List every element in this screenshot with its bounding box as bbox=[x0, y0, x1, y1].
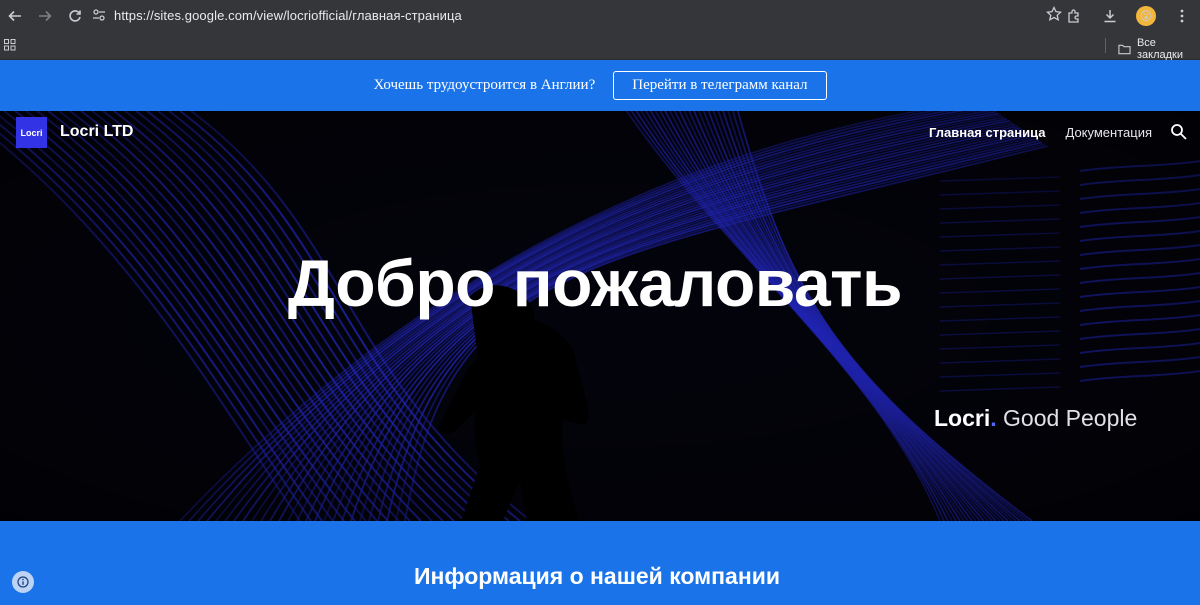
forward-arrow-icon[interactable] bbox=[30, 0, 60, 31]
info-section-title: Информация о нашей компании bbox=[413, 563, 781, 589]
site-info-icon[interactable] bbox=[84, 8, 114, 22]
site-nav: Главная страница Документация bbox=[929, 125, 1152, 140]
site-header: Locri Locri LTD Главная страница Докумен… bbox=[0, 111, 1200, 155]
all-bookmarks-label: Все закладки bbox=[1136, 37, 1183, 61]
url-text[interactable]: https://sites.google.com/view/locrioffic… bbox=[114, 8, 462, 23]
tagline-brand: Locri bbox=[934, 405, 991, 431]
telegram-channel-button[interactable]: Перейти в телеграмм канал bbox=[613, 71, 827, 100]
menu-kebab-icon[interactable] bbox=[1164, 0, 1200, 31]
search-icon[interactable] bbox=[1170, 123, 1188, 146]
browser-toolbar: https://sites.google.com/view/locrioffic… bbox=[0, 0, 1200, 31]
extensions-icon[interactable] bbox=[1056, 0, 1092, 31]
apps-grid-icon[interactable] bbox=[4, 38, 16, 56]
hero-title: Добро пожаловать bbox=[287, 246, 903, 320]
site-logo[interactable]: Locri bbox=[16, 117, 47, 148]
folder-icon bbox=[1118, 44, 1131, 55]
profile-avatar[interactable]: 😮 bbox=[1128, 0, 1164, 31]
hero-tagline: Locri. Good People bbox=[934, 405, 1137, 432]
nav-item-home[interactable]: Главная страница bbox=[929, 125, 1045, 140]
profile-emoji-icon: 😮 bbox=[1136, 5, 1156, 26]
announcement-banner: Хочешь трудоустроится в Англии? Перейти … bbox=[0, 60, 1200, 111]
bookmarks-divider bbox=[1105, 38, 1106, 53]
site-title[interactable]: Locri LTD bbox=[60, 123, 133, 141]
toolbar-right: 😮 bbox=[1056, 0, 1200, 31]
info-section: Информация о нашей компании bbox=[0, 521, 1200, 605]
info-icon[interactable] bbox=[12, 571, 34, 593]
download-icon[interactable] bbox=[1092, 0, 1128, 31]
tagline-dot: . bbox=[990, 405, 997, 431]
all-bookmarks-folder[interactable]: Все закладки bbox=[1118, 37, 1200, 61]
address-bar[interactable]: https://sites.google.com/view/locrioffic… bbox=[84, 2, 1072, 28]
banner-message: Хочешь трудоустроится в Англии? bbox=[373, 77, 596, 93]
hero-section: Locri Locri LTD Главная страница Докумен… bbox=[0, 111, 1200, 521]
back-arrow-icon[interactable] bbox=[0, 0, 30, 31]
bookmarks-bar: Все закладки bbox=[0, 31, 1200, 61]
nav-item-documentation[interactable]: Документация bbox=[1066, 125, 1153, 140]
tagline-slogan: Good People bbox=[1003, 405, 1138, 431]
